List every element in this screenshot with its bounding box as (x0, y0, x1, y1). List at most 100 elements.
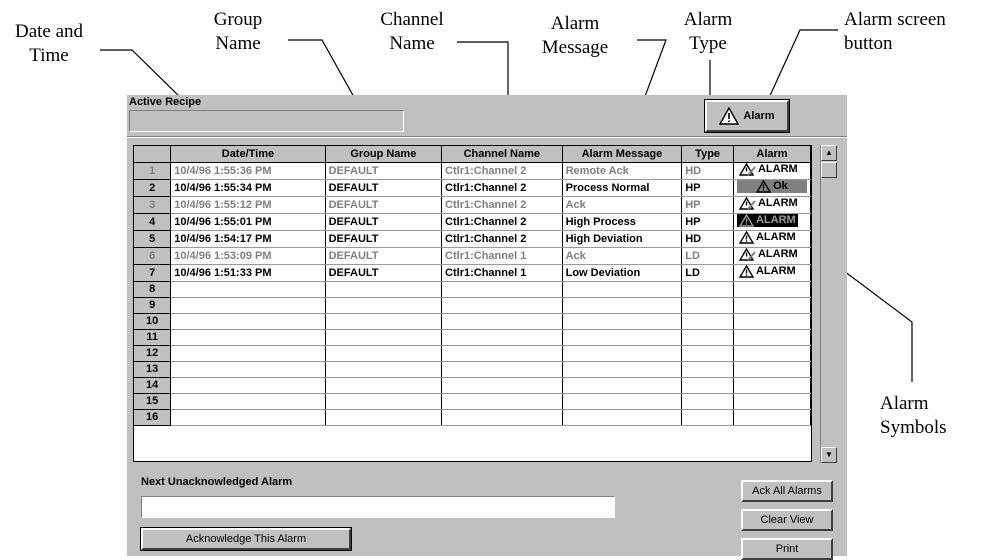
cell-group-name: DEFAULT (325, 264, 443, 282)
ack-all-alarms-button[interactable]: Ack All Alarms (741, 480, 833, 502)
alarm-button-label: Alarm (743, 110, 775, 122)
cell-empty (562, 297, 683, 314)
grid-vertical-scrollbar[interactable]: ▲ ▼ (820, 145, 837, 463)
warning-triangle-icon (756, 179, 772, 193)
column-header-row-number (134, 146, 172, 163)
row-number: 14 (134, 377, 172, 394)
cell-empty (562, 313, 683, 330)
cell-empty (170, 409, 326, 426)
cell-empty (681, 361, 734, 378)
row-number: 7 (134, 264, 172, 282)
cell-date-time: 10/4/96 1:55:36 PM (170, 162, 326, 180)
alarm-symbol-text: Ok (773, 180, 788, 192)
callout-alarm-symbols: Alarm Symbols (880, 393, 947, 438)
table-row[interactable]: 1 10/4/96 1:55:36 PM DEFAULT Ctlr1:Channel … (134, 162, 811, 180)
cell-channel-name: Ctlr1:Channel 1 (441, 264, 563, 282)
cell-alarm-symbol: ALARM (733, 213, 811, 231)
table-row[interactable]: 9 (134, 297, 811, 314)
cell-alarm-message: Remote Ack (562, 162, 683, 180)
table-row[interactable]: 4 10/4/96 1:55:01 PM DEFAULT Ctlr1:Channel … (134, 213, 811, 231)
table-row[interactable]: 10 (134, 313, 811, 330)
cell-empty (325, 377, 443, 394)
cell-empty (325, 329, 443, 346)
cell-empty (733, 313, 811, 330)
table-row[interactable]: 5 10/4/96 1:54:17 PM DEFAULT Ctlr1:Channel … (134, 230, 811, 248)
table-row[interactable]: 11 (134, 329, 811, 346)
table-row[interactable]: 12 (134, 345, 811, 362)
cell-type: HD (681, 162, 734, 180)
table-row[interactable]: 2 10/4/96 1:55:34 PM DEFAULT Ctlr1:Channel … (134, 179, 811, 197)
scroll-down-arrow-icon[interactable]: ▼ (821, 447, 837, 463)
alarm-symbol: ALARM (737, 247, 800, 261)
cell-empty (681, 409, 734, 426)
clear-view-button[interactable]: Clear View (741, 509, 833, 531)
active-recipe-field (129, 110, 404, 132)
table-row[interactable]: 7 10/4/96 1:51:33 PM DEFAULT Ctlr1:Channel … (134, 264, 811, 282)
column-header-date-time[interactable]: Date/Time (170, 146, 326, 163)
cell-empty (733, 377, 811, 394)
cell-empty (170, 297, 326, 314)
table-row[interactable]: 16 (134, 409, 811, 426)
cell-alarm-message: Ack (562, 247, 683, 265)
table-row[interactable]: 15 (134, 393, 811, 410)
print-button[interactable]: Print (741, 538, 833, 560)
cell-group-name: DEFAULT (325, 179, 443, 197)
cell-channel-name: Ctlr1:Channel 2 (441, 196, 563, 214)
cell-date-time: 10/4/96 1:55:12 PM (170, 196, 326, 214)
callout-alarm-message: Alarm Message (541, 13, 609, 58)
cell-empty (325, 361, 443, 378)
acknowledged-alarm-icon (738, 196, 756, 210)
cell-empty (325, 281, 443, 298)
column-header-type[interactable]: Type (681, 146, 734, 163)
cell-empty (441, 329, 563, 346)
warning-triangle-icon (738, 213, 754, 227)
table-row[interactable]: 8 (134, 281, 811, 298)
alarm-symbol: ALARM (737, 196, 800, 210)
cell-alarm-symbol: Ok (733, 179, 811, 197)
warning-triangle-icon (719, 107, 740, 125)
table-row[interactable]: 6 10/4/96 1:53:09 PM DEFAULT Ctlr1:Channel … (134, 247, 811, 265)
cell-date-time: 10/4/96 1:55:34 PM (170, 179, 326, 197)
acknowledged-alarm-icon (738, 247, 756, 261)
cell-empty (170, 345, 326, 362)
column-header-alarm[interactable]: Alarm (733, 146, 811, 163)
row-number: 9 (134, 297, 172, 314)
acknowledge-this-alarm-button[interactable]: Acknowledge This Alarm (140, 527, 352, 551)
alarm-screen-button[interactable]: Alarm (704, 99, 790, 133)
cell-empty (681, 281, 734, 298)
column-header-group-name[interactable]: Group Name (325, 146, 443, 163)
warning-triangle-icon (738, 230, 754, 244)
row-number: 1 (134, 162, 172, 180)
table-row[interactable]: 13 (134, 361, 811, 378)
alarm-table: Date/Time Group Name Channel Name Alarm … (134, 146, 811, 426)
column-header-alarm-message[interactable]: Alarm Message (562, 146, 683, 163)
cell-empty (170, 393, 326, 410)
cell-alarm-symbol: ALARM (733, 162, 811, 180)
cell-empty (562, 281, 683, 298)
table-row[interactable]: 3 10/4/96 1:55:12 PM DEFAULT Ctlr1:Channel … (134, 196, 811, 214)
cell-alarm-symbol: ALARM (733, 196, 811, 214)
cell-empty (562, 329, 683, 346)
callout-alarm-type: Alarm Type (683, 9, 733, 54)
table-row[interactable]: 14 (134, 377, 811, 394)
scroll-thumb[interactable] (821, 162, 837, 178)
cell-alarm-symbol: ALARM (733, 230, 811, 248)
cell-channel-name: Ctlr1:Channel 2 (441, 213, 563, 231)
cell-empty (170, 281, 326, 298)
row-number: 13 (134, 361, 172, 378)
cell-empty (325, 409, 443, 426)
cell-empty (681, 345, 734, 362)
cell-channel-name: Ctlr1:Channel 2 (441, 230, 563, 248)
cell-empty (325, 345, 443, 362)
cell-empty (733, 345, 811, 362)
scroll-up-arrow-icon[interactable]: ▲ (821, 145, 837, 161)
cell-empty (562, 377, 683, 394)
alarm-symbol-text: ALARM (757, 248, 798, 260)
cell-type: HP (681, 179, 734, 197)
cell-empty (733, 329, 811, 346)
cell-empty (441, 409, 563, 426)
column-header-channel-name[interactable]: Channel Name (441, 146, 563, 163)
cell-empty (441, 281, 563, 298)
table-header-row: Date/Time Group Name Channel Name Alarm … (134, 146, 811, 163)
cell-empty (733, 361, 811, 378)
